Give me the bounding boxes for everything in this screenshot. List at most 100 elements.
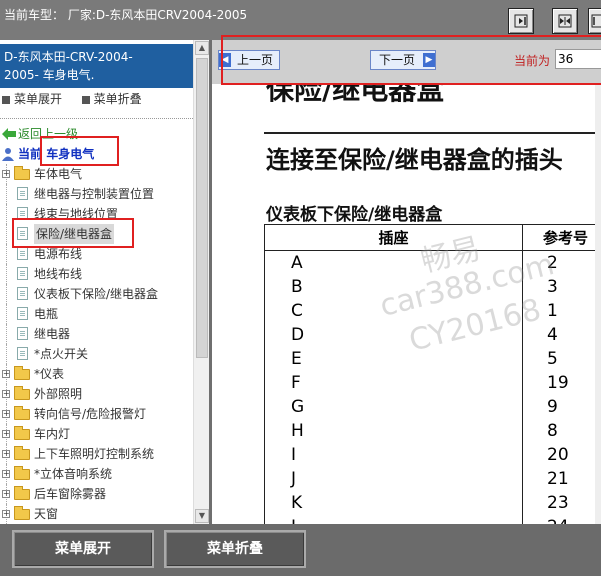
document-divider xyxy=(264,132,601,134)
tree-item[interactable]: + 上下车照明灯控制系统 xyxy=(0,444,193,464)
ref-cell: 19 xyxy=(522,370,601,395)
document-icon xyxy=(17,327,28,340)
scroll-down-icon[interactable]: ▼ xyxy=(195,509,209,523)
tree-item[interactable]: *点火开关 xyxy=(0,344,193,364)
tree-connector xyxy=(6,304,7,324)
tree-connector xyxy=(6,244,7,264)
ref-cell: 8 xyxy=(522,418,601,443)
expand-toggle-icon[interactable]: + xyxy=(2,450,10,458)
split-view-icon xyxy=(558,14,572,28)
tree-item[interactable]: 仪表板下保险/继电器盒 xyxy=(0,284,193,304)
menu-scrollbar[interactable]: ▲ ▼ xyxy=(193,40,209,524)
expand-toggle-icon[interactable]: + xyxy=(2,510,10,518)
document-icon xyxy=(17,307,28,320)
document-pane: 保险/继电器盒 连接至保险/继电器盒的插头 仪表板下保险/继电器盒 插座 参考号… xyxy=(212,40,601,524)
table-header-row: 插座 参考号 xyxy=(264,224,601,251)
socket-cell: K xyxy=(264,490,523,515)
socket-cell: C xyxy=(264,298,523,323)
tree-item-label: *点火开关 xyxy=(34,347,89,361)
table-row: D4 xyxy=(264,322,601,347)
tree-item[interactable]: 电源布线 xyxy=(0,244,193,264)
folder-icon xyxy=(14,406,30,420)
tree-item[interactable]: 保险/继电器盒 xyxy=(0,224,193,244)
scroll-thumb[interactable] xyxy=(196,58,208,358)
document-icon xyxy=(17,187,28,200)
user-icon xyxy=(2,148,14,161)
vehicle-model-title: 当前车型： 厂家:D-东风本田CRV2004-2005 xyxy=(4,8,248,22)
socket-cell: E xyxy=(264,346,523,371)
ref-cell: 2 xyxy=(522,250,601,275)
tree-item[interactable]: + *仪表 xyxy=(0,364,193,384)
table-row: K 23 xyxy=(264,490,601,515)
tree-item[interactable]: 继电器 xyxy=(0,324,193,344)
tree-item-label: 车体电气 xyxy=(34,167,83,181)
expand-toggle-icon[interactable]: + xyxy=(2,430,10,438)
document-icon xyxy=(17,287,28,300)
menu-collapse-link[interactable]: 菜单折叠 xyxy=(94,90,142,107)
tree-item[interactable]: + 外部照明 xyxy=(0,384,193,404)
tree-item[interactable]: + 车体电气 xyxy=(0,164,193,184)
tree-item[interactable]: 线束与地线位置 xyxy=(0,204,193,224)
prev-page-button[interactable]: ◀ 上一页 xyxy=(218,50,280,70)
category-header: D-东风本田-CRV-2004- 2005- 车身电气. xyxy=(0,44,193,88)
expand-toggle-icon[interactable]: + xyxy=(2,390,10,398)
tree-item-label: *立体音响系统 xyxy=(34,467,113,481)
current-category: 当前 车身电气 xyxy=(0,144,193,164)
col-header-ref: 参考号 xyxy=(522,224,601,251)
ref-cell: 9 xyxy=(522,394,601,419)
document-scrollbar[interactable] xyxy=(595,84,601,524)
tree-item[interactable]: + 转向信号/危险报警灯 xyxy=(0,404,193,424)
folder-icon xyxy=(14,426,30,440)
tree-item-label: 继电器 xyxy=(34,327,71,341)
menu-expand-link[interactable]: 菜单展开 xyxy=(14,90,62,107)
tree-item[interactable]: + 车内灯 xyxy=(0,424,193,444)
scroll-up-icon[interactable]: ▲ xyxy=(195,41,209,55)
back-arrow-icon xyxy=(2,128,16,140)
tree-item-label: 线束与地线位置 xyxy=(34,207,119,221)
menu-expand-button[interactable]: 菜单展开 xyxy=(12,530,154,568)
tree-item[interactable]: + *立体音响系统 xyxy=(0,464,193,484)
socket-cell: D xyxy=(264,322,523,347)
folder-icon xyxy=(14,506,30,520)
tree-item-label: 转向信号/危险报警灯 xyxy=(34,407,147,421)
tree-item-label: 仪表板下保险/继电器盒 xyxy=(34,287,159,301)
document-section: 仪表板下保险/继电器盒 xyxy=(266,205,443,225)
expand-toggle-icon[interactable]: + xyxy=(2,370,10,378)
expand-pane-button[interactable] xyxy=(588,8,601,34)
tree-connector xyxy=(6,324,7,344)
menu-collapse-button[interactable]: 菜单折叠 xyxy=(164,530,306,568)
collapse-pane-icon xyxy=(514,14,528,28)
table-row: G9 xyxy=(264,394,601,419)
ref-cell: 1 xyxy=(522,298,601,323)
page-nav-bar: ◀ 上一页 下一页 ▶ 当前为 xyxy=(212,40,601,84)
category-header-line2: 2005- 车身电气. xyxy=(4,68,95,82)
document-icon xyxy=(17,227,28,240)
back-link[interactable]: 返回上一级 xyxy=(0,124,193,144)
table-row: L24 xyxy=(264,514,601,524)
table-row: C1 xyxy=(264,298,601,323)
table-row: F 19 xyxy=(264,370,601,395)
prev-page-label: 上一页 xyxy=(236,53,273,67)
expand-toggle-icon[interactable]: + xyxy=(2,170,10,178)
arrow-left-icon: ◀ xyxy=(219,53,231,67)
tree-item[interactable]: + 天窗 xyxy=(0,504,193,524)
current-page-input[interactable] xyxy=(555,49,601,69)
folder-icon xyxy=(14,486,30,500)
expand-toggle-icon[interactable]: + xyxy=(2,410,10,418)
tree-item[interactable]: 继电器与控制装置位置 xyxy=(0,184,193,204)
tree-item[interactable]: 电瓶 xyxy=(0,304,193,324)
current-prefix: 当前 xyxy=(18,147,43,161)
tree-item[interactable]: + 后车窗除雾器 xyxy=(0,484,193,504)
next-page-button[interactable]: 下一页 ▶ xyxy=(370,50,436,70)
document-icon xyxy=(17,267,28,280)
tree-item-label: 电源布线 xyxy=(34,247,83,261)
tree-connector xyxy=(6,184,7,204)
expand-toggle-icon[interactable]: + xyxy=(2,490,10,498)
tree-item-label: 上下车照明灯控制系统 xyxy=(34,447,155,461)
collapse-pane-button[interactable] xyxy=(508,8,534,34)
table-row: E5 xyxy=(264,346,601,371)
next-page-label: 下一页 xyxy=(378,53,415,67)
split-view-button[interactable] xyxy=(552,8,578,34)
tree-item[interactable]: 地线布线 xyxy=(0,264,193,284)
expand-toggle-icon[interactable]: + xyxy=(2,470,10,478)
